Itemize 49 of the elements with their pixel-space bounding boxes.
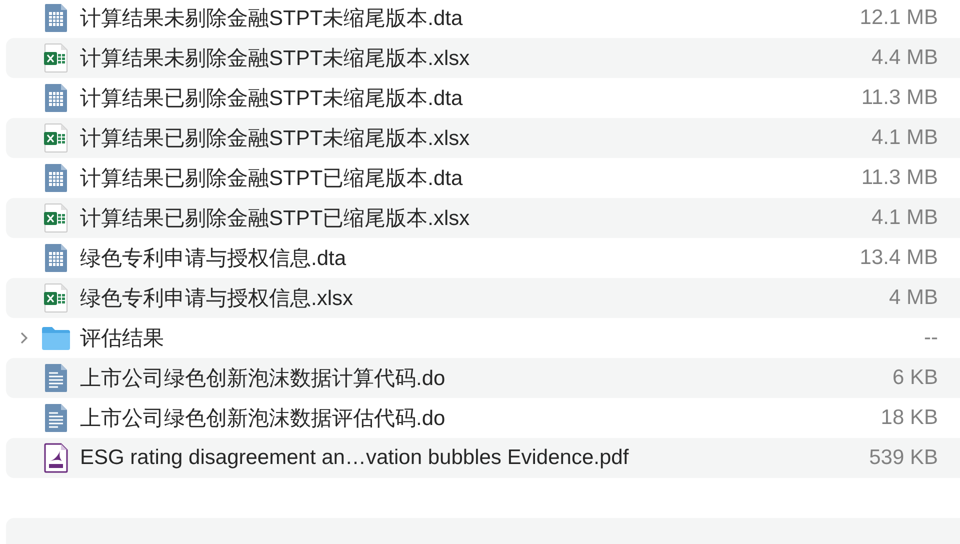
file-row[interactable]: 绿色专利申请与授权信息.dta 13.4 MB [6,238,960,278]
file-name: 计算结果未剔除金融STPT未缩尾版本.xlsx [80,46,470,72]
excel-file-icon [44,283,68,313]
excel-file-icon [44,203,68,233]
pdf-file-icon [44,443,68,473]
file-row[interactable]: 计算结果已剔除金融STPT已缩尾版本.xlsx 4.1 MB [6,198,960,238]
excel-file-icon [44,43,68,73]
file-row[interactable]: 上市公司绿色创新泡沫数据计算代码.do 6 KB [6,358,960,398]
file-row[interactable]: 计算结果已剔除金融STPT已缩尾版本.dta 11.3 MB [6,158,960,198]
excel-file-icon [44,123,68,153]
file-size: 12.1 MB [860,6,938,30]
file-name: 计算结果已剔除金融STPT未缩尾版本.dta [80,86,463,112]
spreadsheet-file-icon [44,3,68,33]
file-name: 计算结果已剔除金融STPT未缩尾版本.xlsx [80,126,470,152]
text-file-icon [44,403,68,433]
spreadsheet-file-icon [44,243,68,273]
file-row[interactable]: 计算结果已剔除金融STPT未缩尾版本.dta 11.3 MB [6,78,960,118]
file-size: 4.1 MB [871,206,938,230]
file-size: 4.4 MB [871,46,938,70]
file-row[interactable]: ESG rating disagreement an…vation bubbles Evidence.pdf 539 KB [6,438,960,478]
file-size: 4 MB [888,286,938,310]
file-row[interactable]: 计算结果未剔除金融STPT未缩尾版本.xlsx 4.4 MB [6,38,960,78]
spreadsheet-file-icon [44,163,68,193]
file-size: 13.4 MB [860,246,938,270]
file-name: 评估结果 [80,326,164,352]
file-row[interactable]: 计算结果已剔除金融STPT未缩尾版本.xlsx 4.1 MB [6,118,960,158]
text-file-icon [44,363,68,393]
file-size: 18 KB [880,406,938,430]
file-name: 绿色专利申请与授权信息.dta [80,246,346,272]
file-size: 6 KB [892,366,938,390]
disclosure-chevron-icon[interactable] [20,332,28,344]
file-name: ESG rating disagreement an…vation bubbles Evidence.pdf [80,446,629,470]
folder-icon [41,325,71,351]
file-name: 计算结果未剔除金融STPT未缩尾版本.dta [80,6,463,32]
file-size: 539 KB [869,446,938,470]
file-size: 11.3 MB [861,166,938,190]
file-size: 4.1 MB [871,126,938,150]
file-name: 计算结果已剔除金融STPT已缩尾版本.dta [80,166,463,192]
file-row[interactable]: 绿色专利申请与授权信息.xlsx 4 MB [6,278,960,318]
file-name: 上市公司绿色创新泡沫数据计算代码.do [80,366,446,392]
file-row[interactable]: 评估结果 -- [6,318,960,358]
spreadsheet-file-icon [44,83,68,113]
file-row[interactable]: 上市公司绿色创新泡沫数据评估代码.do 18 KB [6,398,960,438]
file-size: 11.3 MB [861,86,938,110]
file-name: 计算结果已剔除金融STPT已缩尾版本.xlsx [80,206,470,232]
file-row[interactable]: 计算结果未剔除金融STPT未缩尾版本.dta 12.1 MB [6,0,960,38]
file-name: 上市公司绿色创新泡沫数据评估代码.do [80,406,446,432]
file-size: -- [924,326,938,350]
file-name: 绿色专利申请与授权信息.xlsx [80,286,353,312]
